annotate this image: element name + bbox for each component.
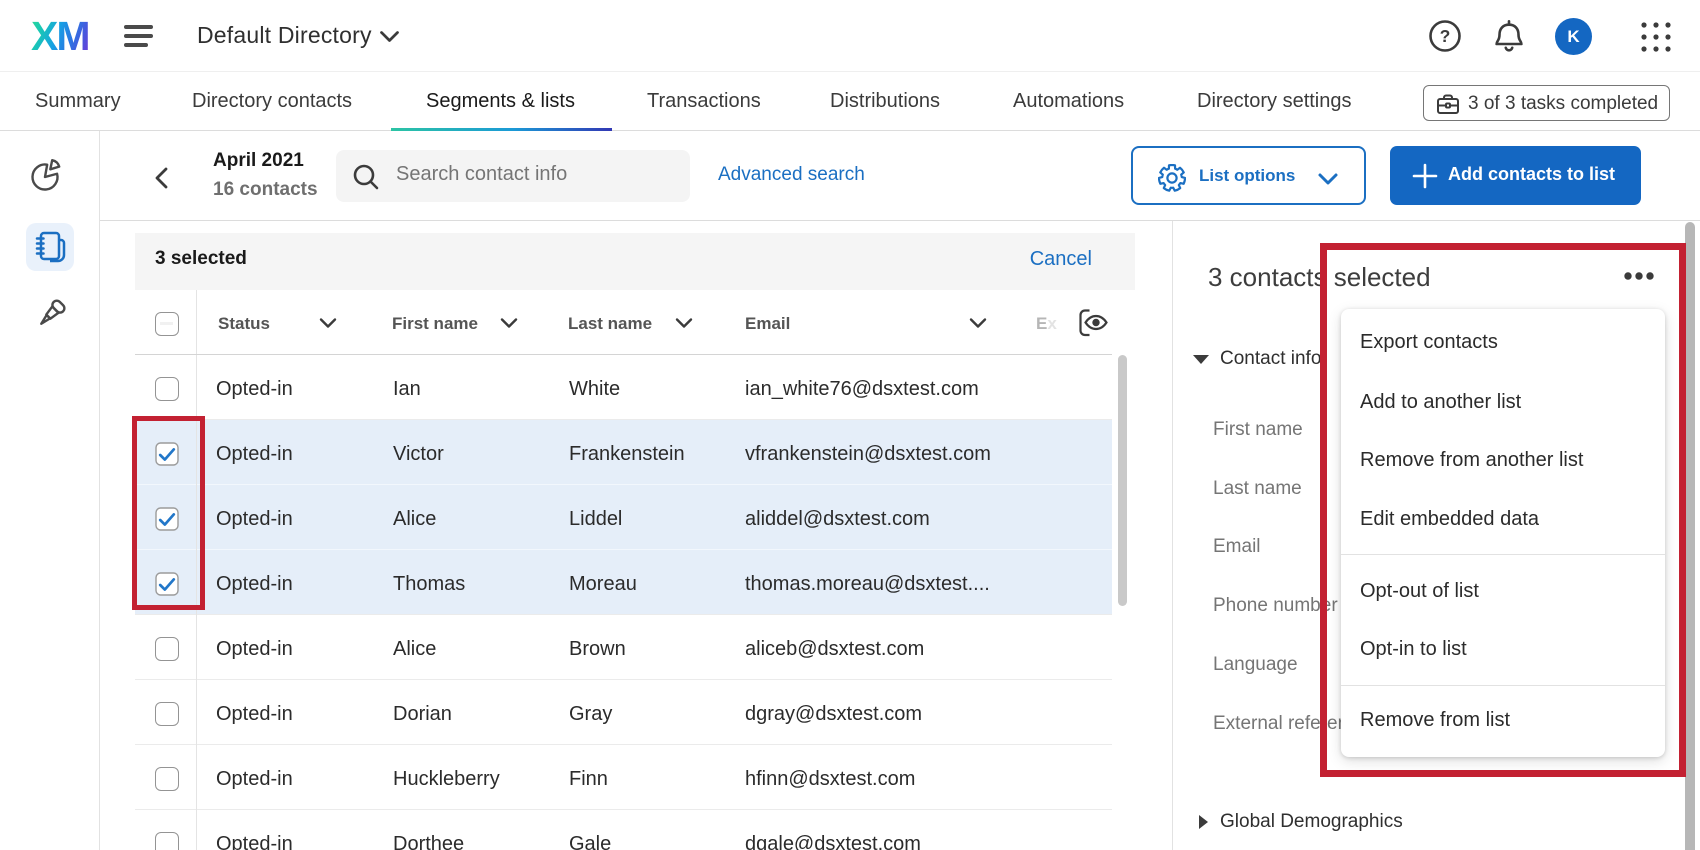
svg-text:?: ? xyxy=(1440,26,1451,46)
